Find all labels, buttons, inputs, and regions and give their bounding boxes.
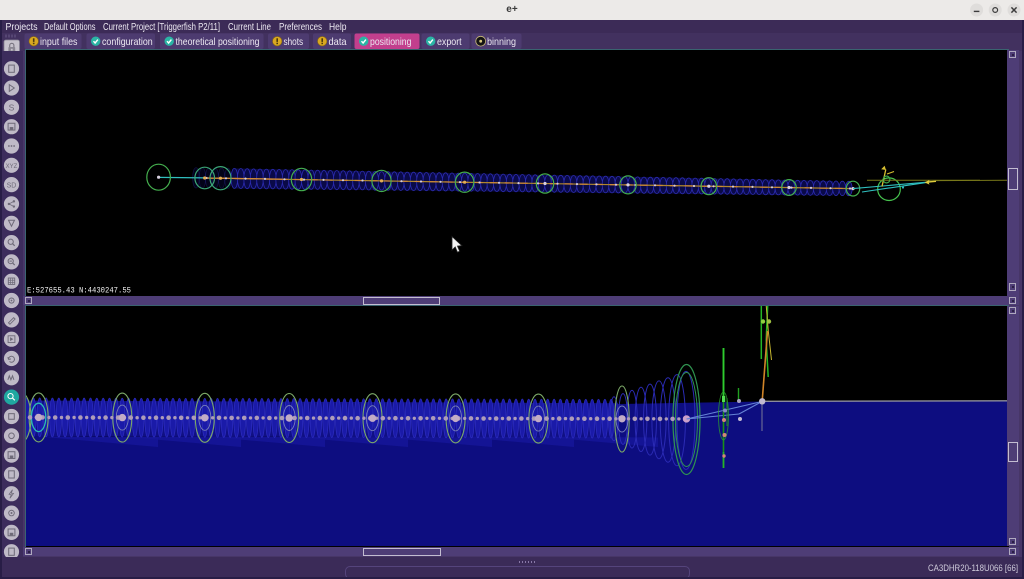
svg-text:data: data [329, 37, 347, 48]
svg-text:shots: shots [284, 37, 304, 48]
svg-text:CA3DHR20-118U066 [66]: CA3DHR20-118U066 [66] [928, 563, 1018, 573]
svg-text:theoretical positioning: theoretical positioning [176, 37, 260, 48]
svg-text:E:527655.43 N:4430247.55: E:527655.43 N:4430247.55 [27, 285, 131, 295]
svg-text:XYZ: XYZ [6, 164, 18, 170]
svg-text:SD: SD [7, 182, 17, 189]
svg-text:binning: binning [487, 37, 516, 48]
svg-text:input files: input files [40, 37, 78, 48]
svg-text:configuration: configuration [102, 37, 153, 48]
svg-text:export: export [437, 37, 462, 48]
svg-text:positioning: positioning [370, 37, 412, 48]
svg-text:S: S [9, 102, 15, 112]
